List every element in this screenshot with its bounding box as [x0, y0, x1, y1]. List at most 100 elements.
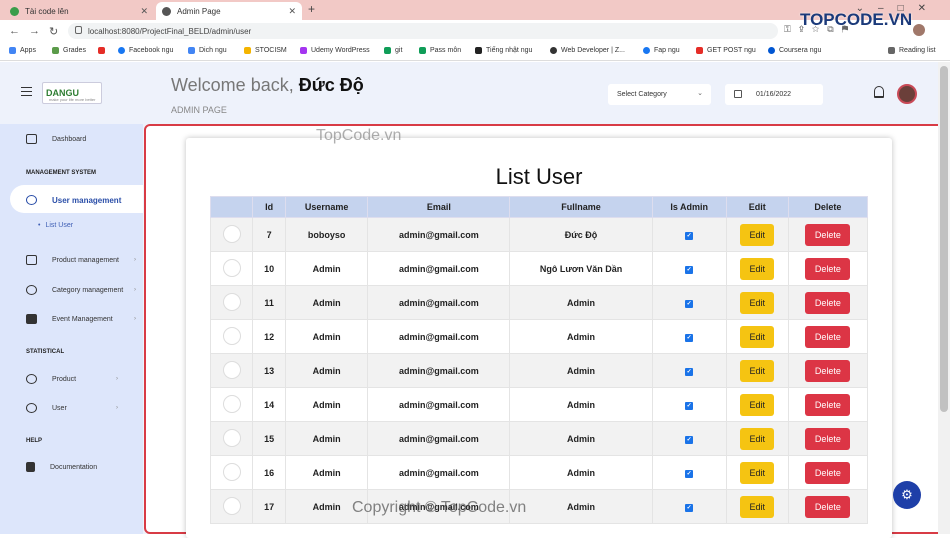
bookmark-item[interactable]: Dich ngu [188, 47, 227, 54]
user-avatar[interactable] [897, 84, 917, 104]
checkbox-checked-icon[interactable]: ✓ [685, 232, 694, 240]
checkbox-checked-icon[interactable]: ✓ [685, 470, 694, 478]
delete-button[interactable]: Delete [805, 325, 851, 348]
logo[interactable]: DANGU make your life more better [42, 82, 102, 104]
bookmark-item[interactable] [98, 47, 109, 54]
bookmark-label: Apps [20, 47, 36, 54]
sidebar-item-user[interactable]: User › [26, 403, 118, 413]
checkbox-checked-icon[interactable]: ✓ [685, 436, 694, 444]
cell-edit: Edit [725, 421, 789, 456]
delete-button[interactable]: Delete [805, 427, 851, 450]
avatar [222, 258, 241, 277]
logo-tagline: make your life more better [49, 97, 96, 102]
sidebar-item-product-management[interactable]: Product management › [26, 255, 136, 265]
cell-fullname: Admin [509, 285, 653, 320]
edit-button[interactable]: Edit [740, 427, 775, 450]
column-header[interactable]: Email [367, 196, 511, 218]
bookmark-item[interactable]: GET POST ngu [696, 47, 756, 54]
checkbox-checked-icon[interactable]: ✓ [685, 266, 694, 274]
settings-gear-icon[interactable]: ⚙ [893, 481, 921, 509]
column-header[interactable]: Is Admin [651, 196, 727, 218]
scrollbar-thumb[interactable] [940, 66, 948, 412]
delete-button[interactable]: Delete [805, 291, 851, 314]
forward-icon[interactable]: → [29, 25, 40, 37]
delete-button[interactable]: Delete [805, 359, 851, 382]
checkbox-checked-icon[interactable]: ✓ [685, 402, 694, 410]
reload-icon[interactable]: ↻ [49, 25, 58, 38]
edit-button[interactable]: Edit [740, 291, 775, 314]
bookmark-item[interactable]: Web Developer | Z... [550, 47, 625, 54]
watermark-center: TopCode.vn [316, 127, 402, 144]
browser-tab-active[interactable]: Admin Page ✕ [156, 2, 302, 20]
bookmark-item[interactable]: Pass môn [419, 47, 461, 54]
sidebar-item-dashboard[interactable]: Dashboard [26, 134, 86, 144]
bell-icon[interactable] [874, 86, 884, 98]
delete-button[interactable]: Delete [805, 257, 851, 280]
checkbox-checked-icon[interactable]: ✓ [685, 300, 694, 308]
bookmark-item[interactable]: Facebook ngu [118, 47, 173, 54]
column-header[interactable]: Fullname [509, 196, 653, 218]
close-tab-icon[interactable]: ✕ [288, 6, 296, 17]
bookmark-item[interactable]: Udemy WordPress [300, 47, 370, 54]
checkbox-checked-icon[interactable]: ✓ [685, 368, 694, 376]
sidebar-subitem-list-user[interactable]: List User [38, 222, 73, 229]
checkbox-checked-icon[interactable]: ✓ [685, 334, 694, 342]
back-icon[interactable]: ← [9, 25, 20, 37]
cell-username: Admin [285, 285, 369, 320]
cell-edit: Edit [725, 353, 789, 388]
menu-icon[interactable] [21, 87, 32, 96]
delete-button[interactable]: Delete [805, 393, 851, 416]
column-header[interactable]: Id [252, 196, 287, 218]
sidebar-item-label: User management [52, 195, 122, 205]
bookmark-item[interactable]: Coursera ngu [768, 47, 821, 54]
date-value: 01/16/2022 [756, 91, 792, 98]
chevron-right-icon: › [116, 405, 118, 411]
edit-button[interactable]: Edit [740, 257, 775, 280]
close-tab-icon[interactable]: ✕ [140, 6, 148, 17]
bookmark-item[interactable]: Fap ngu [643, 47, 680, 54]
table-body: 7 boboyso admin@gmail.com Đức Độ ✓ Edit Delete… [209, 217, 869, 524]
bookmark-item[interactable]: git [384, 47, 402, 54]
url-field[interactable]: localhost:8080/ProjectFinal_BELD/admin/u… [68, 23, 778, 39]
chevron-right-icon: › [134, 316, 136, 322]
category-select[interactable]: Select Category ⌄ [608, 84, 711, 105]
sidebar-item-documentation[interactable]: Documentation [26, 462, 97, 472]
bookmark-label: Pass môn [430, 47, 462, 54]
sidebar-item-user-management[interactable]: User management [26, 195, 121, 205]
bookmark-item[interactable]: Apps [9, 47, 36, 54]
edit-button[interactable]: Edit [740, 359, 775, 382]
column-header[interactable]: Username [285, 196, 369, 218]
browser-tab[interactable]: Tài code lên ✕ [4, 2, 154, 20]
delete-button[interactable]: Delete [805, 461, 851, 484]
bookmark-item[interactable]: STOCISM [244, 47, 287, 54]
bookmark-item[interactable]: Reading list [888, 47, 936, 54]
date-field[interactable]: 01/16/2022 [725, 84, 823, 105]
sidebar-item-category-management[interactable]: Category management › [26, 285, 136, 295]
bookmark-label: Facebook ngu [129, 47, 174, 54]
cell-id: 12 [252, 319, 287, 354]
bookmark-item[interactable]: Grades [52, 47, 86, 54]
profile-avatar[interactable] [913, 24, 925, 36]
edit-button[interactable]: Edit [740, 495, 775, 518]
edit-button[interactable]: Edit [740, 461, 775, 484]
sidebar-item-event-management[interactable]: Event Management › [26, 314, 136, 324]
user-name: Đức Độ [298, 75, 364, 95]
cell-email: admin@gmail.com [367, 319, 511, 354]
cell-email: admin@gmail.com [367, 217, 511, 252]
cell-delete: Delete [787, 285, 869, 320]
edit-button[interactable]: Edit [740, 325, 775, 348]
bookmark-item[interactable]: Tiếng nhật ngu [475, 47, 532, 54]
edit-button[interactable]: Edit [740, 393, 775, 416]
bookmark-label: Grades [63, 47, 86, 54]
new-tab-icon[interactable]: + [308, 2, 315, 16]
checkbox-checked-icon[interactable]: ✓ [685, 504, 694, 512]
top-bar: DANGU make your life more better Welcome… [0, 62, 938, 124]
watermark-logo: TOPCODE.VN [800, 10, 913, 29]
delete-button[interactable]: Delete [805, 495, 851, 518]
cell-fullname: Admin [509, 489, 653, 524]
info-icon[interactable] [75, 26, 82, 34]
delete-button[interactable]: Delete [805, 223, 851, 246]
cell-id: 16 [252, 455, 287, 490]
sidebar-item-product[interactable]: Product › [26, 374, 118, 384]
edit-button[interactable]: Edit [740, 223, 775, 246]
